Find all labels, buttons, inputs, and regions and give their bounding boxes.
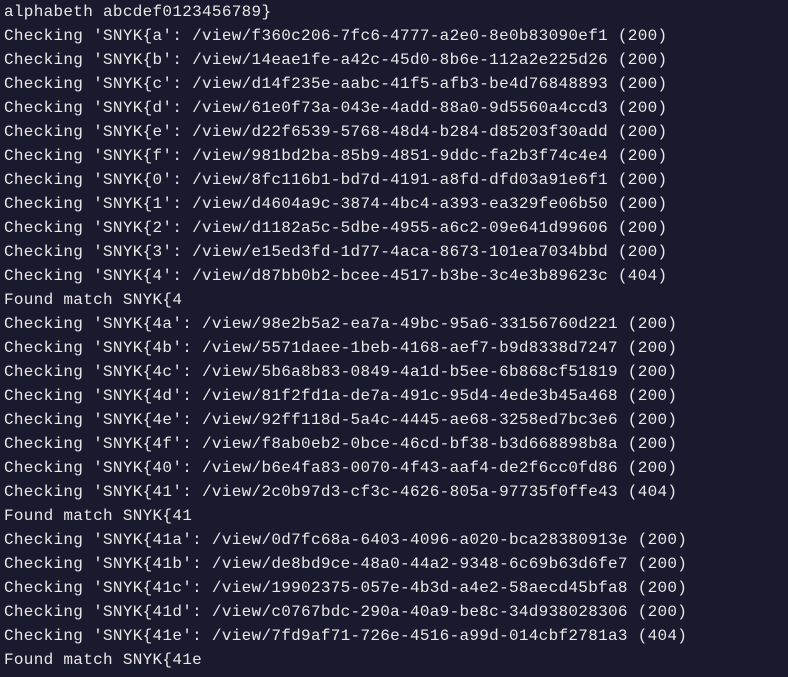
output-line: Checking 'SNYK{1': /view/d4604a9c-3874-4… xyxy=(4,192,784,216)
output-line: Checking 'SNYK{d': /view/61e0f73a-043e-4… xyxy=(4,96,784,120)
output-line: Checking 'SNYK{41d': /view/c0767bdc-290a… xyxy=(4,600,784,624)
output-line: alphabeth abcdef0123456789} xyxy=(4,0,784,24)
output-line: Found match SNYK{4 xyxy=(4,288,784,312)
output-line: Checking 'SNYK{40': /view/b6e4fa83-0070-… xyxy=(4,456,784,480)
output-line: Checking 'SNYK{4f': /view/f8ab0eb2-0bce-… xyxy=(4,432,784,456)
output-line: Checking 'SNYK{4b': /view/5571daee-1beb-… xyxy=(4,336,784,360)
terminal-output: alphabeth abcdef0123456789} Checking 'SN… xyxy=(0,0,788,672)
output-line: Checking 'SNYK{3': /view/e15ed3fd-1d77-4… xyxy=(4,240,784,264)
output-line: Checking 'SNYK{4e': /view/92ff118d-5a4c-… xyxy=(4,408,784,432)
output-line: Found match SNYK{41e xyxy=(4,648,784,672)
output-line: Checking 'SNYK{4c': /view/5b6a8b83-0849-… xyxy=(4,360,784,384)
output-line: Checking 'SNYK{4': /view/d87bb0b2-bcee-4… xyxy=(4,264,784,288)
output-line: Checking 'SNYK{41': /view/2c0b97d3-cf3c-… xyxy=(4,480,784,504)
output-line: Checking 'SNYK{e': /view/d22f6539-5768-4… xyxy=(4,120,784,144)
output-line: Found match SNYK{41 xyxy=(4,504,784,528)
output-line: Checking 'SNYK{41e': /view/7fd9af71-726e… xyxy=(4,624,784,648)
output-line: Checking 'SNYK{41c': /view/19902375-057e… xyxy=(4,576,784,600)
output-line: Checking 'SNYK{a': /view/f360c206-7fc6-4… xyxy=(4,24,784,48)
output-line: Checking 'SNYK{41b': /view/de8bd9ce-48a0… xyxy=(4,552,784,576)
output-line: Checking 'SNYK{b': /view/14eae1fe-a42c-4… xyxy=(4,48,784,72)
output-line: Checking 'SNYK{4d': /view/81f2fd1a-de7a-… xyxy=(4,384,784,408)
output-line: Checking 'SNYK{f': /view/981bd2ba-85b9-4… xyxy=(4,144,784,168)
output-line: Checking 'SNYK{2': /view/d1182a5c-5dbe-4… xyxy=(4,216,784,240)
output-line: Checking 'SNYK{c': /view/d14f235e-aabc-4… xyxy=(4,72,784,96)
output-line: Checking 'SNYK{4a': /view/98e2b5a2-ea7a-… xyxy=(4,312,784,336)
output-line: Checking 'SNYK{41a': /view/0d7fc68a-6403… xyxy=(4,528,784,552)
output-line: Checking 'SNYK{0': /view/8fc116b1-bd7d-4… xyxy=(4,168,784,192)
